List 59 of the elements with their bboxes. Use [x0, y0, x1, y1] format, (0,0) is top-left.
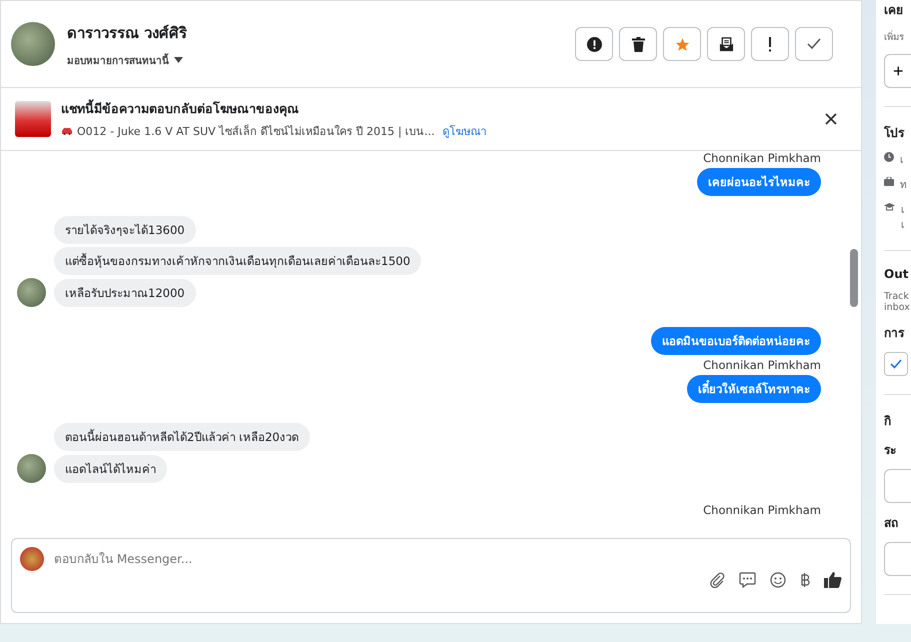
ad-reply-notice-title: แชทนี้มีข้อความตอบกลับต่อโฆษณาของคุณ [61, 98, 300, 118]
close-button[interactable] [825, 113, 837, 125]
section-title: กิ [884, 413, 892, 430]
page-avatar [20, 547, 44, 571]
field-label: ระ [884, 442, 897, 459]
checkmark-icon [807, 38, 821, 50]
smiley-icon[interactable] [770, 572, 786, 588]
trash-icon [632, 36, 644, 52]
close-icon [825, 113, 837, 125]
section-description: Track inbox [884, 291, 911, 313]
baht-icon[interactable] [800, 572, 810, 588]
sender-name: Chonnikan Pimkham [703, 151, 821, 165]
message-bubble: เคยผ่อนอะไรไหมคะ [697, 168, 821, 196]
message-bubble: รายได้จริงๆจะได้13600 [54, 216, 196, 244]
exclamation-icon [768, 36, 772, 52]
ad-description: O012 - Juke 1.6 V AT SUV ไซส์เล็ก ดีไซน์ไม่เหมือนใคร ปี 2015 | เบน... [77, 123, 435, 140]
sender-name: Chonnikan Pimkham [703, 358, 821, 372]
message-bubble: เหลือรับประมาณ12000 [54, 278, 196, 306]
message-bubble: เดี๋ยวให้เซลล์โทรหาคะ [687, 375, 821, 403]
add-button[interactable]: + [884, 54, 911, 88]
contact-name: ดาราวรรณ วงศ์ศิริ [67, 22, 188, 44]
message-bubble: ตอนนี้ผ่อนฮอนด้าหลีดได้2ปีแล้วค่า เหลือ20งวด [54, 423, 310, 451]
envelope-icon [718, 36, 734, 52]
car-icon [61, 126, 73, 134]
star-icon [674, 36, 690, 52]
clock-icon [884, 152, 894, 162]
message-bubble: แต่ซื้อหุ้นของกรมทางเค้าหักจากเงินเดือนทุกเดือนเลยค่าเดือนละ1500 [54, 247, 422, 275]
spam-button[interactable] [575, 27, 613, 61]
speech-bubble-icon[interactable] [739, 572, 756, 588]
contact-avatar [11, 22, 55, 66]
contact-avatar [17, 454, 46, 483]
profile-detail: ท [900, 179, 907, 192]
unread-button[interactable] [707, 27, 745, 61]
assign-conversation-dropdown[interactable]: มอบหมายการสนทนานี้ [67, 52, 563, 68]
view-ad-link[interactable]: ดูโฆษณา [442, 122, 487, 140]
profile-detail: เ เ [901, 204, 904, 232]
caret-icon [174, 57, 183, 63]
message-bubble: แอดไลน์ได้ไหมค่า [54, 454, 167, 482]
section-title: เคย [884, 2, 904, 19]
star-button[interactable] [663, 27, 701, 61]
briefcase-icon [884, 177, 894, 186]
contact-avatar [17, 278, 46, 307]
exclamation-circle-icon [586, 36, 602, 52]
delete-button[interactable] [619, 27, 657, 61]
thumbs-up-icon[interactable] [824, 571, 842, 588]
section-title: โปร [884, 124, 906, 142]
section-description: เพิ่มร [884, 29, 905, 44]
field-label: การ [884, 325, 906, 342]
section-title: Out [884, 267, 910, 281]
checkmark-icon [890, 359, 902, 369]
checkbox[interactable] [884, 352, 908, 376]
sender-name: Chonnikan Pimkham [703, 503, 821, 517]
paperclip-icon[interactable] [709, 572, 725, 588]
field-label: สถ [884, 515, 899, 532]
message-bubble: แอดมินขอเบอร์ติดต่อหน่อยคะ [651, 327, 821, 355]
car-ad-thumbnail [15, 101, 51, 137]
graduation-cap-icon [884, 202, 895, 212]
profile-detail: เ [900, 154, 903, 167]
done-button[interactable] [795, 27, 833, 61]
